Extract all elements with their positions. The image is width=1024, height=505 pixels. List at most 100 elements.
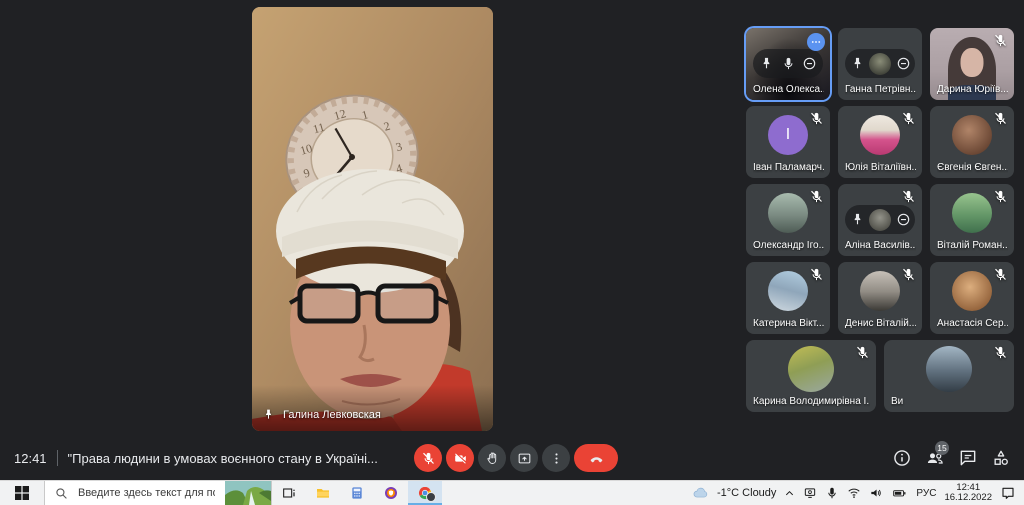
- meet-control-bar: 12:41 "Права людини в умовах воєнного ст…: [0, 435, 1024, 481]
- participant-tile-olena[interactable]: Олена Олекса...: [746, 28, 830, 100]
- raise-hand-button[interactable]: [478, 444, 506, 472]
- file-explorer-button[interactable]: [306, 481, 340, 505]
- participant-grid: Олена Олекса... Ганна Петрівн...: [746, 28, 1014, 412]
- windows-taskbar: -1°C Cloudy: [0, 480, 1024, 505]
- participant-tile-ivan[interactable]: І Іван Паламарч...: [746, 106, 830, 178]
- info-icon: [892, 448, 912, 468]
- meeting-details-button[interactable]: [892, 448, 912, 468]
- meeting-panels: 15: [892, 435, 1011, 481]
- participant-tile-yuliia[interactable]: Юлія Віталіївн...: [838, 106, 922, 178]
- participant-video: [961, 48, 984, 77]
- participant-name: Аліна Василів...: [845, 240, 916, 251]
- call-controls: [414, 444, 618, 472]
- participant-tile-kateryna[interactable]: Катерина Вікт...: [746, 262, 830, 334]
- mic-off-button[interactable]: [414, 444, 442, 472]
- chrome-button[interactable]: [408, 481, 442, 505]
- main-video-tile[interactable]: 1212 345 678 91011: [252, 7, 493, 431]
- tile-hover-controls: [845, 49, 915, 78]
- remove-icon[interactable]: [802, 56, 817, 71]
- camera-off-button[interactable]: [446, 444, 474, 472]
- participant-tile-hanna[interactable]: Ганна Петрівн...: [838, 28, 922, 100]
- start-button[interactable]: [0, 481, 44, 505]
- bing-daily-image[interactable]: [225, 481, 271, 505]
- present-screen-button[interactable]: [510, 444, 538, 472]
- mic-off-icon: [809, 267, 824, 282]
- pin-icon[interactable]: [850, 212, 865, 227]
- weather-text[interactable]: -1°C Cloudy: [717, 487, 776, 499]
- battery-icon[interactable]: [891, 486, 908, 500]
- avatar: [952, 193, 992, 233]
- avatar-letter: І: [786, 126, 790, 144]
- remove-icon[interactable]: [896, 56, 911, 71]
- pin-icon[interactable]: [850, 56, 865, 71]
- participant-name: Ганна Петрівн...: [845, 84, 916, 95]
- avatar: І: [768, 115, 808, 155]
- mic-off-icon: [809, 189, 824, 204]
- participant-tile-yevheniia[interactable]: Євгенія Євген...: [930, 106, 1014, 178]
- chat-icon: [958, 448, 978, 468]
- task-view-button[interactable]: [272, 481, 306, 505]
- remove-icon[interactable]: [896, 212, 911, 227]
- tile-hover-controls: [753, 49, 823, 78]
- weather-cloud-icon[interactable]: [692, 485, 709, 502]
- avatar: [788, 346, 834, 392]
- language-indicator[interactable]: РУС: [916, 488, 936, 499]
- pin-icon: [262, 408, 275, 421]
- more-options-icon: [810, 36, 822, 48]
- avatar: [869, 209, 891, 231]
- search-icon: [55, 487, 68, 500]
- avatar: [952, 271, 992, 311]
- device-icon[interactable]: [803, 486, 817, 500]
- avatar: [926, 346, 972, 392]
- meeting-title: "Права людини в умовах воєнного стану в …: [68, 451, 378, 466]
- taskbar-clock[interactable]: 12:41 16.12.2022: [944, 483, 992, 504]
- microphone-icon[interactable]: [825, 486, 839, 500]
- participant-name: Карина Володимирівна І...: [753, 396, 870, 407]
- participant-row: Катерина Вікт... Денис Віталій... Анаста…: [746, 262, 1014, 334]
- pin-icon[interactable]: [759, 56, 774, 71]
- hidden-icons-chevron[interactable]: [784, 488, 795, 499]
- participant-tile-denys[interactable]: Денис Віталій...: [838, 262, 922, 334]
- activities-icon: [991, 448, 1011, 468]
- more-options-button[interactable]: [542, 444, 570, 472]
- participant-tile-anastasiia[interactable]: Анастасія Сер...: [930, 262, 1014, 334]
- speaker-name: Галина Левковская: [283, 409, 381, 421]
- participant-name: Віталій Роман...: [937, 240, 1008, 251]
- avast-browser-button[interactable]: [374, 481, 408, 505]
- end-call-button[interactable]: [574, 444, 618, 472]
- participant-tile-daryna[interactable]: Дарина Юріїв...: [930, 28, 1014, 100]
- google-meet-window: 1212 345 678 91011: [0, 0, 1024, 481]
- calculator-button[interactable]: [340, 481, 374, 505]
- participants-button[interactable]: 15: [925, 448, 945, 468]
- search-input[interactable]: [76, 486, 217, 500]
- more-options-button[interactable]: [807, 33, 825, 51]
- mic-off-icon: [993, 33, 1008, 48]
- start-icon: [15, 486, 29, 500]
- participant-name: Денис Віталій...: [845, 318, 916, 329]
- participant-tile-karyna[interactable]: Карина Володимирівна І...: [746, 340, 876, 412]
- participant-tile-alina[interactable]: Аліна Василів...: [838, 184, 922, 256]
- mic-icon[interactable]: [781, 56, 796, 71]
- participant-row: Олена Олекса... Ганна Петрівн...: [746, 28, 1014, 100]
- chat-button[interactable]: [958, 448, 978, 468]
- network-icon[interactable]: [847, 486, 861, 500]
- file-explorer-icon: [315, 485, 331, 501]
- participant-tile-you[interactable]: Ви: [884, 340, 1014, 412]
- mic-off-icon: [901, 111, 916, 126]
- avatar: [768, 193, 808, 233]
- activities-button[interactable]: [991, 448, 1011, 468]
- avast-browser-icon: [383, 485, 399, 501]
- mic-off-icon: [901, 189, 916, 204]
- participant-tile-oleksandr[interactable]: Олександр Іго...: [746, 184, 830, 256]
- mic-off-icon: [993, 189, 1008, 204]
- taskbar-search[interactable]: [44, 481, 272, 505]
- avatar: [860, 115, 900, 155]
- divider: [57, 450, 58, 466]
- volume-icon[interactable]: [869, 486, 883, 500]
- participant-name: Ви: [891, 396, 1008, 407]
- participant-row: Карина Володимирівна І... Ви: [746, 340, 1014, 412]
- avatar: [869, 53, 891, 75]
- participant-tile-vitalii[interactable]: Віталій Роман...: [930, 184, 1014, 256]
- taskbar-date: 16.12.2022: [944, 493, 992, 504]
- action-center-icon[interactable]: [1000, 485, 1016, 501]
